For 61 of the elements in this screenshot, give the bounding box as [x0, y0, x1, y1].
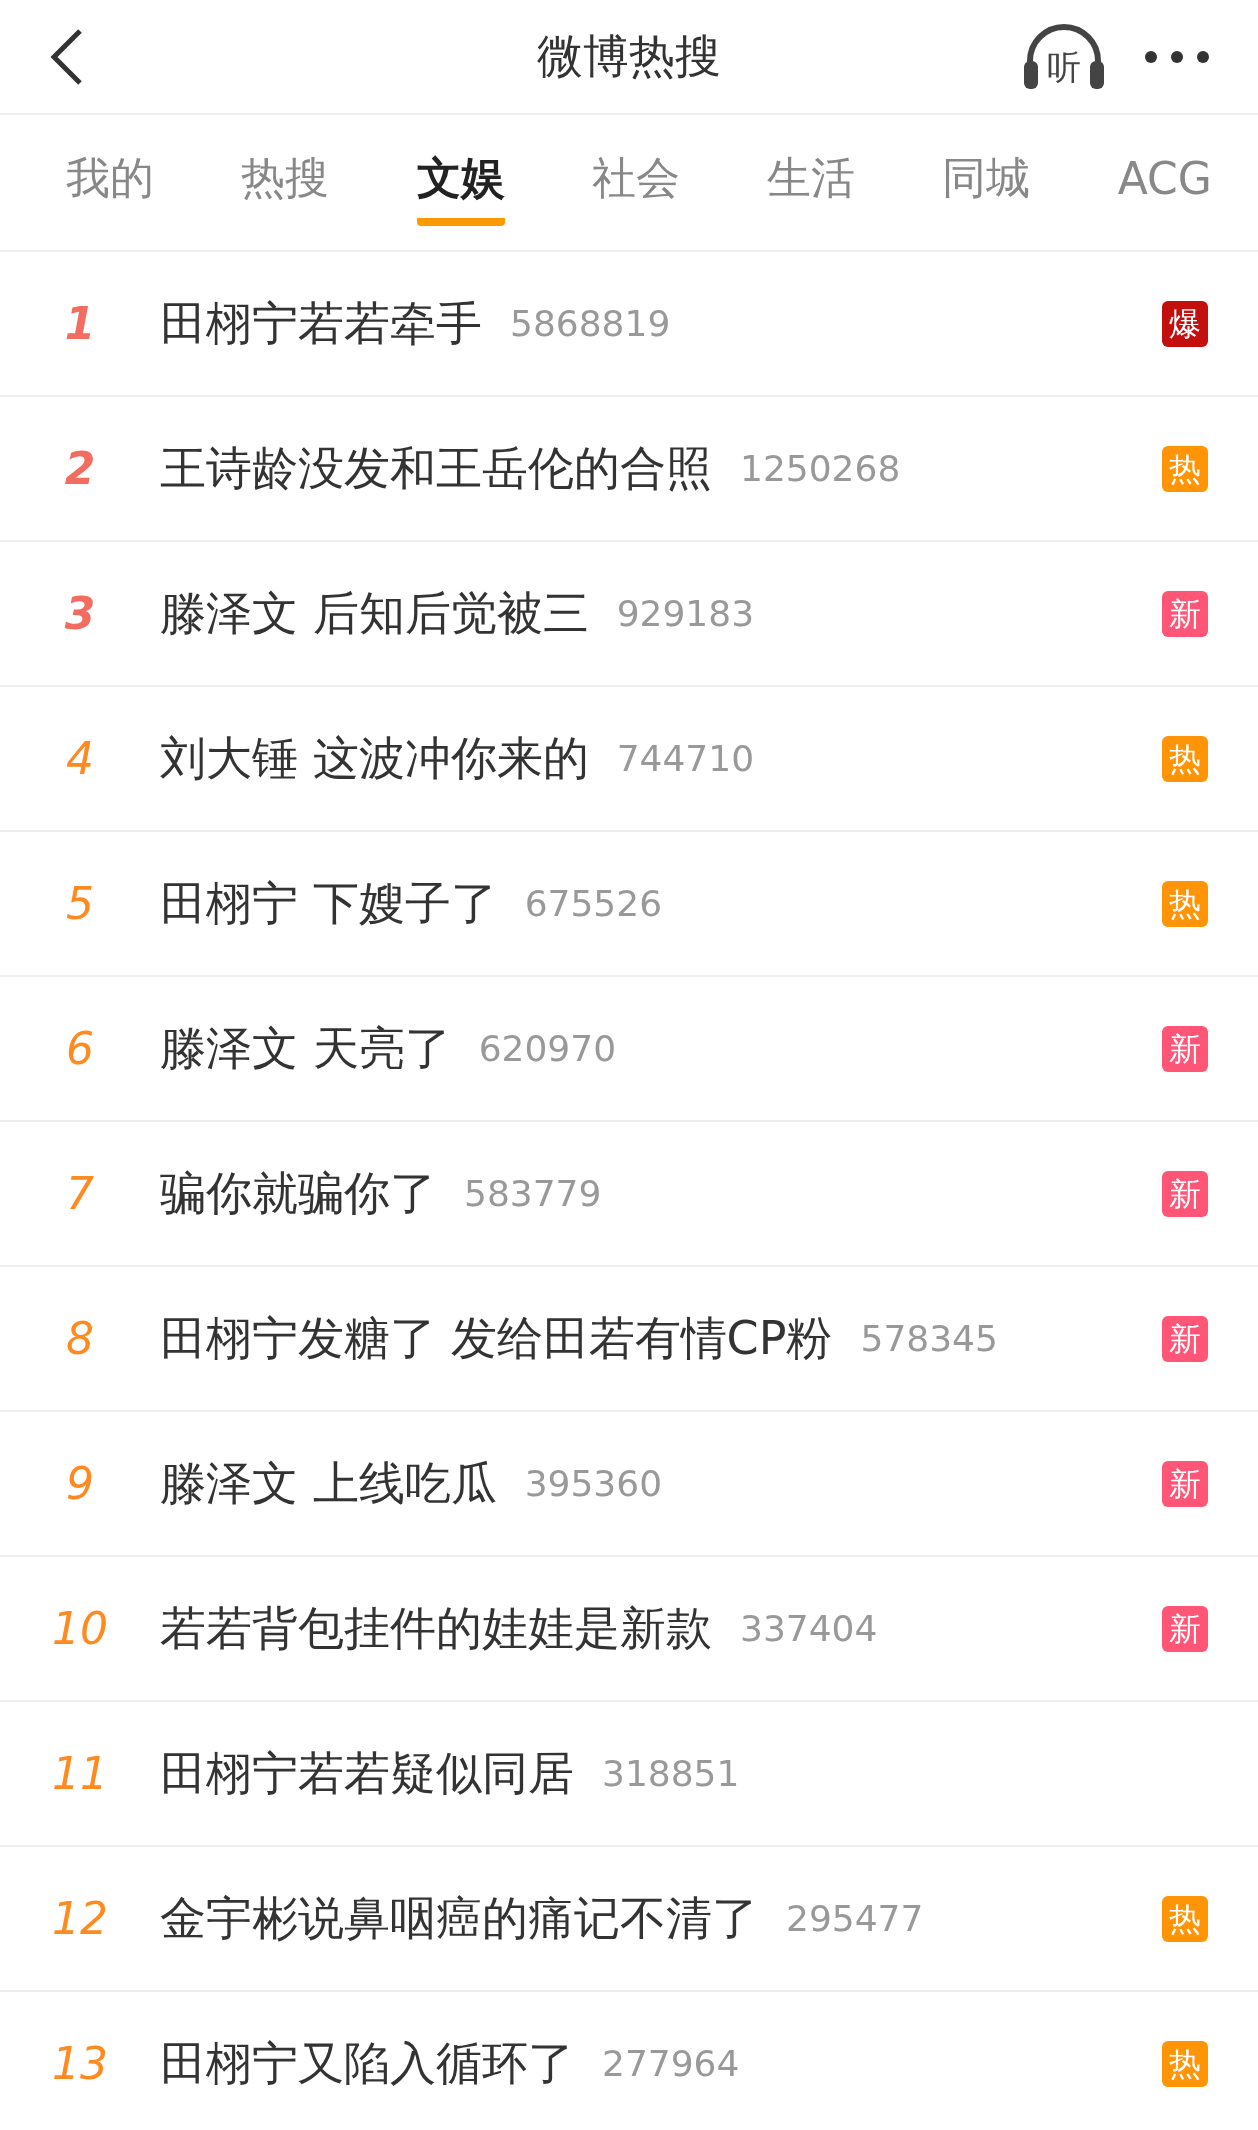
topic-title[interactable]: 田栩宁若若疑似同居: [160, 1742, 574, 1805]
topic-badge: 热: [1162, 445, 1208, 492]
category-tab[interactable]: 社会: [591, 139, 680, 226]
topic-title[interactable]: 田栩宁发糖了 发给田若有情CP粉: [160, 1307, 833, 1370]
topic-badge: 新: [1162, 1460, 1208, 1507]
heat-count: 5868819: [510, 303, 671, 344]
heat-count: 318851: [602, 1753, 740, 1794]
topic-badge: 爆: [1162, 300, 1208, 347]
heat-count: 1250268: [740, 448, 901, 489]
heat-count: 295477: [786, 1898, 924, 1939]
heat-count: 337404: [740, 1608, 878, 1649]
topic-title[interactable]: 田栩宁若若牵手: [160, 292, 482, 355]
topic-title[interactable]: 滕泽文 后知后觉被三: [160, 582, 589, 645]
rank-number: 3: [63, 588, 97, 639]
topic-title[interactable]: 金宇彬说鼻咽癌的痛记不清了: [160, 1887, 758, 1950]
heat-count: 578345: [860, 1318, 998, 1359]
heat-count: 929183: [616, 593, 755, 634]
category-tab[interactable]: 生活: [767, 139, 856, 226]
topic-title[interactable]: 骗你就骗你了: [160, 1162, 436, 1225]
topic-badge: 新: [1162, 1025, 1208, 1072]
topic-badge: 新: [1162, 1605, 1208, 1652]
topic-title[interactable]: 滕泽文 天亮了: [160, 1017, 451, 1080]
rank-number: 2: [63, 443, 97, 494]
heat-count: 583779: [464, 1173, 602, 1214]
page-title: 微博热搜: [537, 27, 721, 85]
topic-title[interactable]: 王诗龄没发和王岳伦的合照: [160, 437, 712, 500]
rank-number: 10: [51, 1603, 109, 1654]
topic-badge: 热: [1162, 735, 1208, 782]
rank-number: 9: [65, 1458, 95, 1509]
topic-badge: 热: [1162, 1895, 1208, 1942]
category-tab[interactable]: 热搜: [241, 139, 330, 226]
category-tab[interactable]: ACG: [1117, 143, 1212, 222]
rank-number: 7: [65, 1168, 95, 1219]
topic-title[interactable]: 田栩宁 下嫂子了: [160, 872, 497, 935]
heat-count: 675526: [524, 883, 663, 924]
heat-count: 744710: [616, 738, 755, 779]
rank-number: 12: [51, 1893, 109, 1944]
rank-number: 5: [65, 878, 95, 929]
topic-badge: 新: [1162, 1170, 1208, 1217]
more-icon[interactable]: [1144, 49, 1210, 64]
topic-title[interactable]: 田栩宁又陷入循环了: [160, 2032, 574, 2095]
topic-title[interactable]: 刘大锤 这波冲你来的: [160, 727, 589, 790]
rank-number: 8: [65, 1313, 95, 1364]
rank-number: 11: [51, 1748, 109, 1799]
rank-number: 4: [65, 733, 95, 784]
topic-badge: 新: [1162, 1315, 1208, 1362]
rank-number: 1: [63, 298, 97, 349]
topic-badge: 热: [1162, 880, 1208, 927]
category-tab[interactable]: 我的: [66, 139, 154, 226]
topic-badge: 新: [1162, 590, 1208, 637]
heat-count: 620970: [478, 1028, 617, 1069]
listen-button[interactable]: 听: [1020, 20, 1108, 93]
category-tab[interactable]: 文娱: [416, 139, 505, 226]
topic-title[interactable]: 若若背包挂件的娃娃是新款: [160, 1597, 712, 1660]
rank-number: 13: [51, 2038, 109, 2089]
topic-badge: 热: [1162, 2040, 1208, 2087]
heat-count: 277964: [602, 2043, 740, 2084]
rank-number: 6: [65, 1023, 95, 1074]
category-tab[interactable]: 同城: [942, 139, 1031, 226]
heat-count: 395360: [524, 1463, 663, 1504]
topic-title[interactable]: 滕泽文 上线吃瓜: [160, 1452, 497, 1515]
